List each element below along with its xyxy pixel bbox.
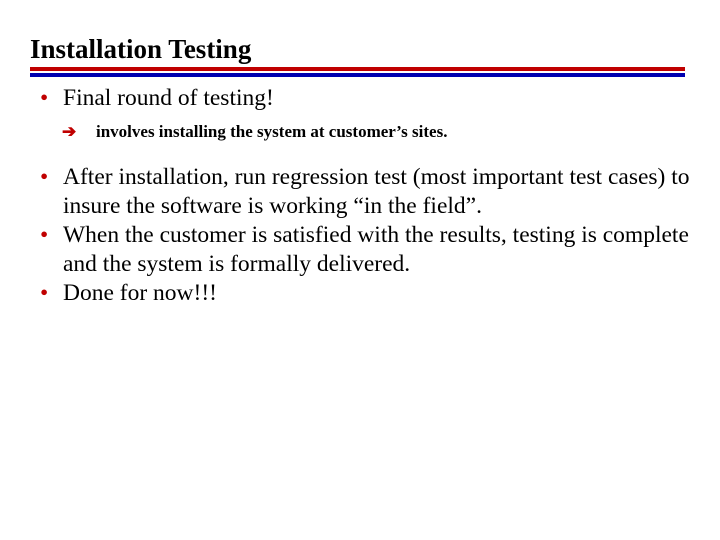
slide-title-block: Installation Testing (30, 34, 690, 64)
list-item: • Done for now!!! (36, 279, 690, 308)
list-item-label: involves installing the system at custom… (96, 122, 448, 141)
list-item: • Final round of testing! (36, 84, 690, 113)
bullet-dot-icon: • (40, 85, 49, 111)
divider-rule-blue (30, 73, 685, 77)
bullet-dot-icon: • (40, 164, 49, 190)
page-title: Installation Testing (30, 34, 252, 64)
list-item-label: Final round of testing! (63, 85, 274, 111)
list-item-label: After installation, run regression test … (63, 164, 690, 219)
list-item: • When the customer is satisfied with th… (36, 221, 690, 279)
slide-body: • Final round of testing! ➔ involves ins… (36, 84, 690, 308)
arrow-right-icon: ➔ (62, 122, 77, 141)
bullet-dot-icon: • (40, 280, 49, 306)
title-divider (30, 67, 685, 77)
list-item-label: Done for now!!! (63, 280, 218, 306)
list-item-label: When the customer is satisfied with the … (63, 222, 689, 277)
list-item: ➔ involves installing the system at cust… (36, 120, 690, 144)
bullet-dot-icon: • (40, 222, 49, 248)
slide: Installation Testing • Final round of te… (0, 0, 720, 540)
list-item: • After installation, run regression tes… (36, 163, 690, 221)
